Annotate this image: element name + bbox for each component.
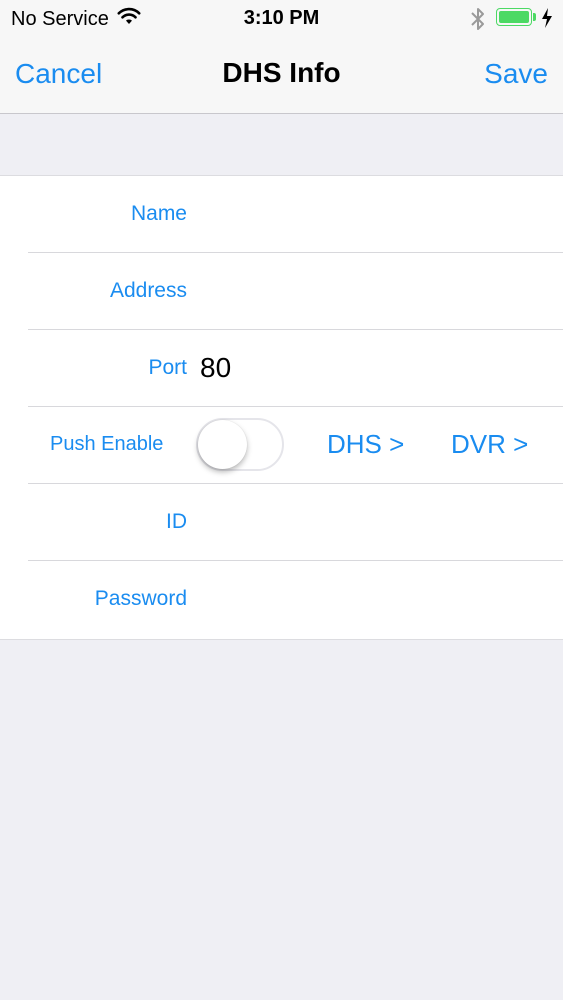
name-label: Name: [130, 202, 187, 225]
address-field[interactable]: [200, 269, 540, 313]
push-enable-label: Push Enable: [50, 433, 164, 455]
battery-icon: [496, 8, 532, 26]
address-label: Address: [109, 279, 187, 302]
password-label: Password: [94, 587, 187, 610]
battery-level: [499, 11, 529, 23]
dvr-link-button[interactable]: DVR >: [451, 429, 528, 460]
navigation-bar: Cancel DHS Info Save: [0, 40, 563, 114]
page-title: DHS Info: [222, 57, 341, 88]
name-field[interactable]: [200, 192, 540, 236]
push-enable-toggle[interactable]: [196, 418, 284, 471]
toggle-knob: [198, 420, 247, 469]
battery-tip: [533, 13, 536, 21]
charging-bolt-icon: [541, 8, 553, 28]
port-row: Port: [0, 330, 563, 407]
port-field[interactable]: [200, 346, 540, 390]
port-label: Port: [148, 356, 187, 379]
password-row: Password: [0, 561, 563, 638]
address-row: Address: [0, 253, 563, 330]
name-row: Name: [0, 176, 563, 253]
status-bar: No Service 3:10 PM: [0, 0, 563, 40]
id-row: ID: [0, 484, 563, 561]
id-label: ID: [166, 510, 187, 533]
bluetooth-icon: [469, 5, 487, 33]
dhs-link-button[interactable]: DHS >: [327, 429, 404, 460]
dhs-info-form: Name Address Port Push Enable DHS > DVR …: [0, 175, 563, 640]
push-enable-row: Push Enable DHS > DVR >: [0, 407, 563, 484]
id-field[interactable]: [200, 500, 540, 544]
save-button[interactable]: Save: [484, 58, 548, 90]
password-field[interactable]: [200, 577, 540, 621]
